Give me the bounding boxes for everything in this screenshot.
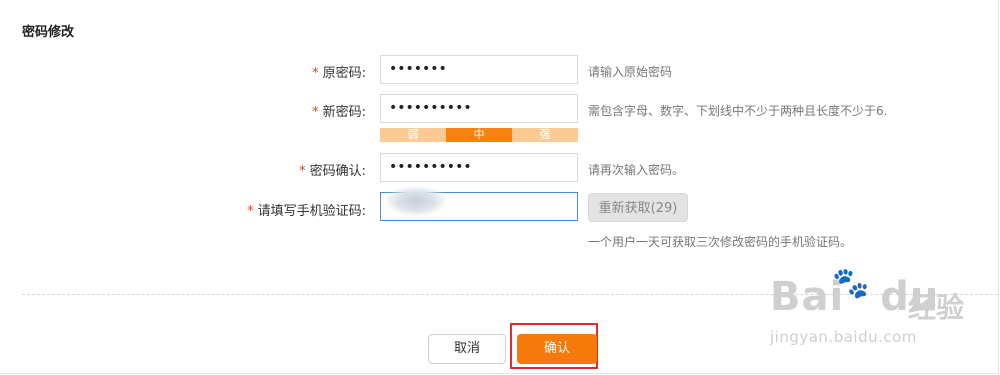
confirm-button[interactable]: 确认 [517, 334, 597, 364]
old-password-hint: 请输入原始密码 [588, 65, 673, 79]
sms-code-hint: 一个用户一天可获取三次修改密码的手机验证码。 [588, 235, 853, 249]
strength-strong: 强 [512, 128, 578, 142]
redacted-code-blur [386, 186, 446, 216]
watermark-cn: 经验 [908, 291, 965, 324]
resend-code-button[interactable]: 重新获取(29) [588, 193, 688, 222]
strength-weak: 弱 [380, 128, 446, 142]
password-strength-meter: 弱 中 强 [380, 128, 578, 142]
confirm-password-label: * 密码确认: [299, 164, 366, 179]
confirm-password-input[interactable]: •••••••••• [380, 153, 578, 182]
paw-icon: 🐾 [832, 266, 870, 301]
cancel-button[interactable]: 取消 [428, 334, 506, 364]
sms-code-label: * 请填写手机验证码: [247, 204, 366, 219]
new-password-hint: 需包含字母、数字、下划线中不少于两种且长度不少于6. [588, 104, 888, 118]
new-password-input[interactable]: •••••••••• [380, 94, 578, 123]
old-password-label: * 原密码: [312, 66, 366, 81]
watermark-url: jingyan.baidu.com [770, 328, 917, 346]
confirm-password-hint: 请再次输入密码。 [588, 163, 685, 177]
baidu-jingyan-watermark: Bai du 🐾 经验 jingyan.baidu.com [770, 266, 990, 366]
required-mark: * [312, 66, 319, 81]
section-title: 密码修改 [22, 25, 75, 40]
new-password-label: * 新密码: [312, 105, 366, 120]
required-mark: * [299, 164, 306, 179]
old-password-input[interactable]: ••••••• [380, 55, 578, 84]
strength-medium: 中 [446, 128, 512, 142]
required-mark: * [247, 204, 254, 219]
required-mark: * [312, 105, 319, 120]
